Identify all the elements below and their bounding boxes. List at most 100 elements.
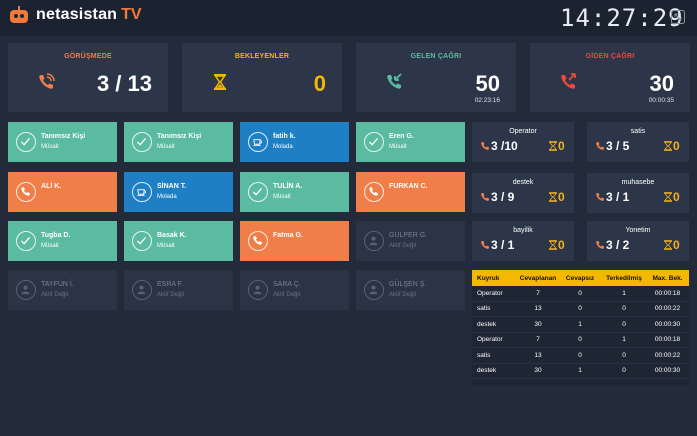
coffee-cup-icon xyxy=(132,182,152,202)
table-cell: 7 xyxy=(536,289,540,297)
agent-card[interactable]: Eren G. Müsait xyxy=(356,122,465,162)
phone-icon xyxy=(481,193,489,201)
queue-card-operator[interactable]: Operator 3 /10 0 xyxy=(472,122,574,162)
table-cell: 00:00:30 xyxy=(654,320,681,328)
table-cell: 0 xyxy=(622,320,626,328)
table-cell: 0 xyxy=(622,367,626,375)
digital-clock: 14:27:29 xyxy=(560,4,684,32)
agent-card[interactable]: Tanımsız Kişi Müsait xyxy=(8,122,117,162)
queue-card-yonetim[interactable]: Yonetim 3 / 2 0 xyxy=(587,221,689,261)
col-header: Max. Bek. xyxy=(652,274,683,282)
table-cell: 00:00:18 xyxy=(654,289,681,297)
table-cell: 30 xyxy=(534,367,542,375)
agent-name: TULİN A. xyxy=(273,183,303,190)
agent-name: SARA Ç. xyxy=(273,281,301,288)
queue-calls: 3 /10 xyxy=(491,139,518,153)
robot-icon xyxy=(8,6,30,24)
agent-card[interactable]: ESRA F. Aktif Değil xyxy=(124,270,233,310)
table-cell: destek xyxy=(477,367,497,375)
fullscreen-icon[interactable] xyxy=(671,10,685,24)
table-cell: 0 xyxy=(578,305,582,313)
hourglass-icon xyxy=(549,141,557,151)
queue-card-satis[interactable]: satis 3 / 5 0 xyxy=(587,122,689,162)
table-row: Operator 7 0 1 00:00:18 xyxy=(472,286,689,302)
queue-card-muhasebe[interactable]: muhasebe 3 / 1 0 xyxy=(587,173,689,213)
kpi-value: 50 xyxy=(475,71,500,96)
check-icon xyxy=(16,231,36,251)
queue-waiting: 0 xyxy=(558,190,565,204)
phone-in-call-icon xyxy=(36,72,56,92)
kpi-value: 3 / 13 xyxy=(96,71,152,96)
kpi-title: GİDEN ÇAĞRI xyxy=(585,53,635,60)
table-cell: 00:00:22 xyxy=(654,305,681,313)
agent-card[interactable]: SARA Ç. Aktif Değil xyxy=(240,270,349,310)
check-icon xyxy=(132,231,152,251)
agent-name: Tugba D. xyxy=(41,232,71,239)
agent-name: Basak K. xyxy=(157,232,187,239)
kpi-title: BEKLEYENLER xyxy=(234,53,290,60)
queue-card-destek[interactable]: destek 3 / 9 0 xyxy=(472,173,574,213)
agent-card[interactable]: GULPER G. Aktif Değil xyxy=(356,221,465,261)
col-header: Terkedilmiş xyxy=(606,274,642,282)
queue-calls: 3 / 2 xyxy=(606,238,630,252)
agent-status: Molada xyxy=(157,194,177,200)
table-cell: 00:00:22 xyxy=(654,351,681,359)
agent-card[interactable]: Tugba D. Müsait xyxy=(8,221,117,261)
table-cell: 13 xyxy=(534,305,542,313)
agent-card[interactable]: FURKAN C. xyxy=(356,172,465,212)
table-row: destek 30 1 0 00:00:30 xyxy=(472,363,689,379)
table-cell: 1 xyxy=(578,367,582,375)
agent-name: TAYFUN İ. xyxy=(41,281,74,288)
agent-card[interactable]: fatih k. Molada xyxy=(240,122,349,162)
queue-name: bayilik xyxy=(513,227,533,234)
phone-icon xyxy=(596,193,604,201)
agent-card[interactable]: Basak K. Müsait xyxy=(124,221,233,261)
incoming-call-icon xyxy=(384,72,404,92)
table-cell: 00:00:30 xyxy=(654,367,681,375)
top-bar: netasistan TV 14:27:29 xyxy=(0,0,697,36)
brand-suffix: TV xyxy=(121,6,142,23)
queue-waiting: 0 xyxy=(558,139,565,153)
agent-card[interactable]: TULİN A. Müsait xyxy=(240,172,349,212)
table-header: Kuyruk Cevaplanan Cevapsız Terkedilmiş M… xyxy=(472,270,689,286)
table-cell: 1 xyxy=(578,320,582,328)
kpi-incoming: GELEN ÇAĞRI 50 02:23:16 xyxy=(356,43,516,112)
table-cell: 30 xyxy=(534,320,542,328)
agent-card[interactable]: ALİ K. xyxy=(8,172,117,212)
queue-calls: 3 / 1 xyxy=(606,190,630,204)
table-cell: 0 xyxy=(578,289,582,297)
queue-waiting: 0 xyxy=(558,238,565,252)
kpi-duration: 00:00:35 xyxy=(648,97,674,104)
outgoing-call-icon xyxy=(558,72,578,92)
agent-card[interactable]: Tanımsız Kişi Müsait xyxy=(124,122,233,162)
queue-waiting: 0 xyxy=(673,190,680,204)
kpi-waiting: BEKLEYENLER 0 xyxy=(182,43,342,112)
table-cell: 00:00:18 xyxy=(654,336,681,344)
agent-name: FURKAN C. xyxy=(389,183,428,190)
agent-name: Tanımsız Kişi xyxy=(41,133,86,140)
table-cell: 1 xyxy=(622,289,626,297)
agent-name: Fatma G. xyxy=(273,232,303,239)
hourglass-icon xyxy=(664,240,672,250)
queue-name: muhasebe xyxy=(621,179,655,186)
agent-card[interactable]: TAYFUN İ. Aktif Değil xyxy=(8,270,117,310)
kpi-value: 30 xyxy=(649,71,674,96)
check-icon xyxy=(132,132,152,152)
agent-card[interactable]: GÜLŞEN Ş. Aktif Değil xyxy=(356,270,465,310)
col-header: Cevaplanan xyxy=(519,274,557,282)
queue-calls: 3 / 9 xyxy=(491,190,515,204)
agent-card[interactable]: Fatma G. xyxy=(240,221,349,261)
hourglass-icon xyxy=(664,141,672,151)
agent-card[interactable]: SİNAN T. Molada xyxy=(124,172,233,212)
table-cell: 0 xyxy=(578,336,582,344)
queue-card-bayilik[interactable]: bayilik 3 / 1 0 xyxy=(472,221,574,261)
table-cell: 0 xyxy=(622,305,626,313)
table-row: satis 13 0 0 00:00:22 xyxy=(472,301,689,317)
agent-name: Tanımsız Kişi xyxy=(157,133,202,140)
agent-status: Müsait xyxy=(41,144,59,150)
agent-status: Aktif Değil xyxy=(389,292,417,298)
agent-status: Aktif Değil xyxy=(389,243,417,249)
agent-status: Müsait xyxy=(273,194,291,200)
table-row: satis 13 0 0 00:00:22 xyxy=(472,348,689,364)
brand-name: netasistan xyxy=(36,6,118,23)
